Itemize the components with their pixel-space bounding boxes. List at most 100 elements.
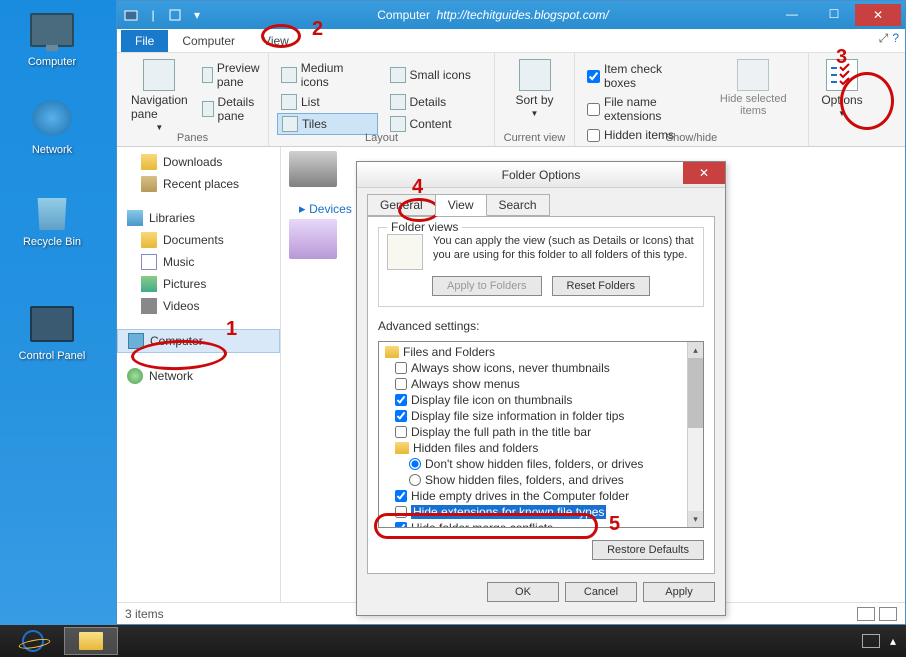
adv-dont-show-hidden[interactable]: Don't show hidden files, folders, or dri… (383, 456, 683, 472)
sort-by-button[interactable]: Sort by ▼ (503, 57, 566, 120)
navigation-pane-icon (143, 59, 175, 91)
dialog-tab-view[interactable]: View (435, 194, 487, 216)
tree-libraries[interactable]: Libraries (117, 207, 280, 229)
apply-to-folders-button[interactable]: Apply to Folders (432, 276, 541, 296)
tree-network[interactable]: Network (117, 365, 280, 387)
sort-by-icon (519, 59, 551, 91)
desktop-recycle-bin-icon[interactable]: Recycle Bin (14, 186, 90, 248)
tree-documents[interactable]: Documents (117, 229, 280, 251)
details-pane-button[interactable]: Details pane (198, 93, 269, 125)
folder-views-group: Folder views You can apply the view (suc… (378, 227, 704, 307)
network-icon (127, 368, 143, 384)
status-item-count: 3 items (125, 607, 164, 621)
medium-icons-icon (281, 67, 297, 83)
adv-scrollbar[interactable]: ▴ ▾ (687, 342, 703, 527)
desktop-control-panel-label: Control Panel (14, 350, 90, 362)
libraries-icon (127, 210, 143, 226)
adv-file-size-tips[interactable]: Display file size information in folder … (383, 408, 683, 424)
advanced-settings-list: Files and Folders Always show icons, nev… (378, 341, 704, 528)
list-button[interactable]: List (277, 92, 378, 112)
recent-icon (141, 176, 157, 192)
ie-icon (20, 628, 45, 653)
ribbon-tabstrip: File Computer View ⤢ ? (117, 29, 905, 53)
cancel-button[interactable]: Cancel (565, 582, 637, 602)
close-button[interactable]: ✕ (855, 4, 901, 26)
keyboard-icon[interactable] (862, 634, 880, 648)
adv-hide-merge[interactable]: Hide folder merge conflicts (383, 520, 683, 528)
current-view-group-label: Current view (495, 132, 574, 144)
layout-group-label: Layout (269, 132, 494, 144)
adv-full-path-title[interactable]: Display the full path in the title bar (383, 424, 683, 440)
tree-music[interactable]: Music (117, 251, 280, 273)
panes-group-label: Panes (117, 132, 268, 144)
folder-views-legend: Folder views (387, 220, 462, 234)
device-icon (289, 219, 337, 259)
options-button[interactable]: Options ▼ (817, 57, 867, 120)
qat-properties[interactable] (165, 5, 185, 25)
small-icons-button[interactable]: Small icons (386, 59, 487, 91)
adv-hide-empty-drives[interactable]: Hide empty drives in the Computer folder (383, 488, 683, 504)
dialog-tab-search[interactable]: Search (486, 194, 550, 216)
folder-icon (385, 346, 399, 358)
file-name-extensions-checkbox[interactable]: File name extensions (583, 94, 701, 124)
tab-computer[interactable]: Computer (168, 30, 249, 52)
tree-videos[interactable]: Videos (117, 295, 280, 317)
qat-dropdown[interactable]: ▾ (187, 5, 207, 25)
minimize-button[interactable]: — (771, 4, 813, 24)
adv-show-hidden[interactable]: Show hidden files, folders, and drives (383, 472, 683, 488)
taskbar-ie-button[interactable] (6, 627, 60, 655)
tree-pictures[interactable]: Pictures (117, 273, 280, 295)
restore-defaults-button[interactable]: Restore Defaults (592, 540, 704, 560)
adv-hidden-ff: Hidden files and folders (383, 440, 683, 456)
desktop-network-icon[interactable]: Network (14, 94, 90, 156)
tab-view[interactable]: View (249, 30, 303, 52)
details-button[interactable]: Details (386, 92, 487, 112)
maximize-button[interactable]: ☐ (813, 4, 855, 24)
ribbon: Navigation pane ▼ Preview pane Details p… (117, 53, 905, 147)
tree-recent[interactable]: Recent places (117, 173, 280, 195)
scroll-down-arrow[interactable]: ▾ (688, 511, 703, 527)
scroll-thumb[interactable] (688, 358, 703, 428)
desktop-control-panel-icon[interactable]: Control Panel (14, 300, 90, 362)
dialog-body: Folder views You can apply the view (suc… (367, 216, 715, 574)
adv-file-icon-thumb[interactable]: Display file icon on thumbnails (383, 392, 683, 408)
dialog-tabs: General View Search (357, 188, 725, 216)
tray-expand-icon[interactable]: ▴ (890, 634, 896, 648)
tree-computer[interactable]: Computer (117, 329, 280, 353)
apply-button[interactable]: Apply (643, 582, 715, 602)
reset-folders-button[interactable]: Reset Folders (552, 276, 650, 296)
computer-icon (128, 333, 144, 349)
adv-always-menus[interactable]: Always show menus (383, 376, 683, 392)
view-tiles-button[interactable] (879, 607, 897, 621)
tree-downloads[interactable]: Downloads (117, 151, 280, 173)
taskbar: ▴ (0, 625, 906, 657)
qat-icon[interactable] (121, 5, 141, 25)
small-icons-icon (390, 67, 406, 83)
folder-icon (141, 154, 157, 170)
desktop-computer-label: Computer (14, 56, 90, 68)
taskbar-explorer-button[interactable] (64, 627, 118, 655)
dialog-close-button[interactable]: ✕ (683, 162, 725, 184)
scroll-up-arrow[interactable]: ▴ (688, 342, 703, 358)
showhide-group-label: Show/hide (575, 132, 808, 144)
collapse-ribbon-icon[interactable]: ⤢ (879, 31, 889, 46)
item-check-boxes-checkbox[interactable]: Item check boxes (583, 61, 701, 91)
help-icon[interactable]: ? (892, 31, 899, 46)
desktop-computer-icon[interactable]: Computer (14, 6, 90, 68)
nav-tree: Downloads Recent places Libraries Docume… (117, 147, 281, 602)
hide-selected-button[interactable]: Hide selected items (707, 57, 801, 143)
titlebar: | ▾ Computer http://techitguides.blogspo… (117, 1, 905, 29)
adv-hide-extensions[interactable]: Hide extensions for known file types (383, 504, 683, 520)
dialog-tab-general[interactable]: General (367, 194, 436, 216)
folder-options-dialog: Folder Options ✕ General View Search Fol… (356, 161, 726, 616)
adv-always-icons[interactable]: Always show icons, never thumbnails (383, 360, 683, 376)
medium-icons-button[interactable]: Medium icons (277, 59, 378, 91)
tab-file[interactable]: File (121, 30, 168, 52)
ok-button[interactable]: OK (487, 582, 559, 602)
navigation-pane-button[interactable]: Navigation pane ▼ (125, 57, 194, 134)
view-details-button[interactable] (857, 607, 875, 621)
desktop-recycle-bin-label: Recycle Bin (14, 236, 90, 248)
pictures-icon (141, 276, 157, 292)
advanced-settings-label: Advanced settings: (378, 319, 704, 333)
preview-pane-button[interactable]: Preview pane (198, 59, 269, 91)
